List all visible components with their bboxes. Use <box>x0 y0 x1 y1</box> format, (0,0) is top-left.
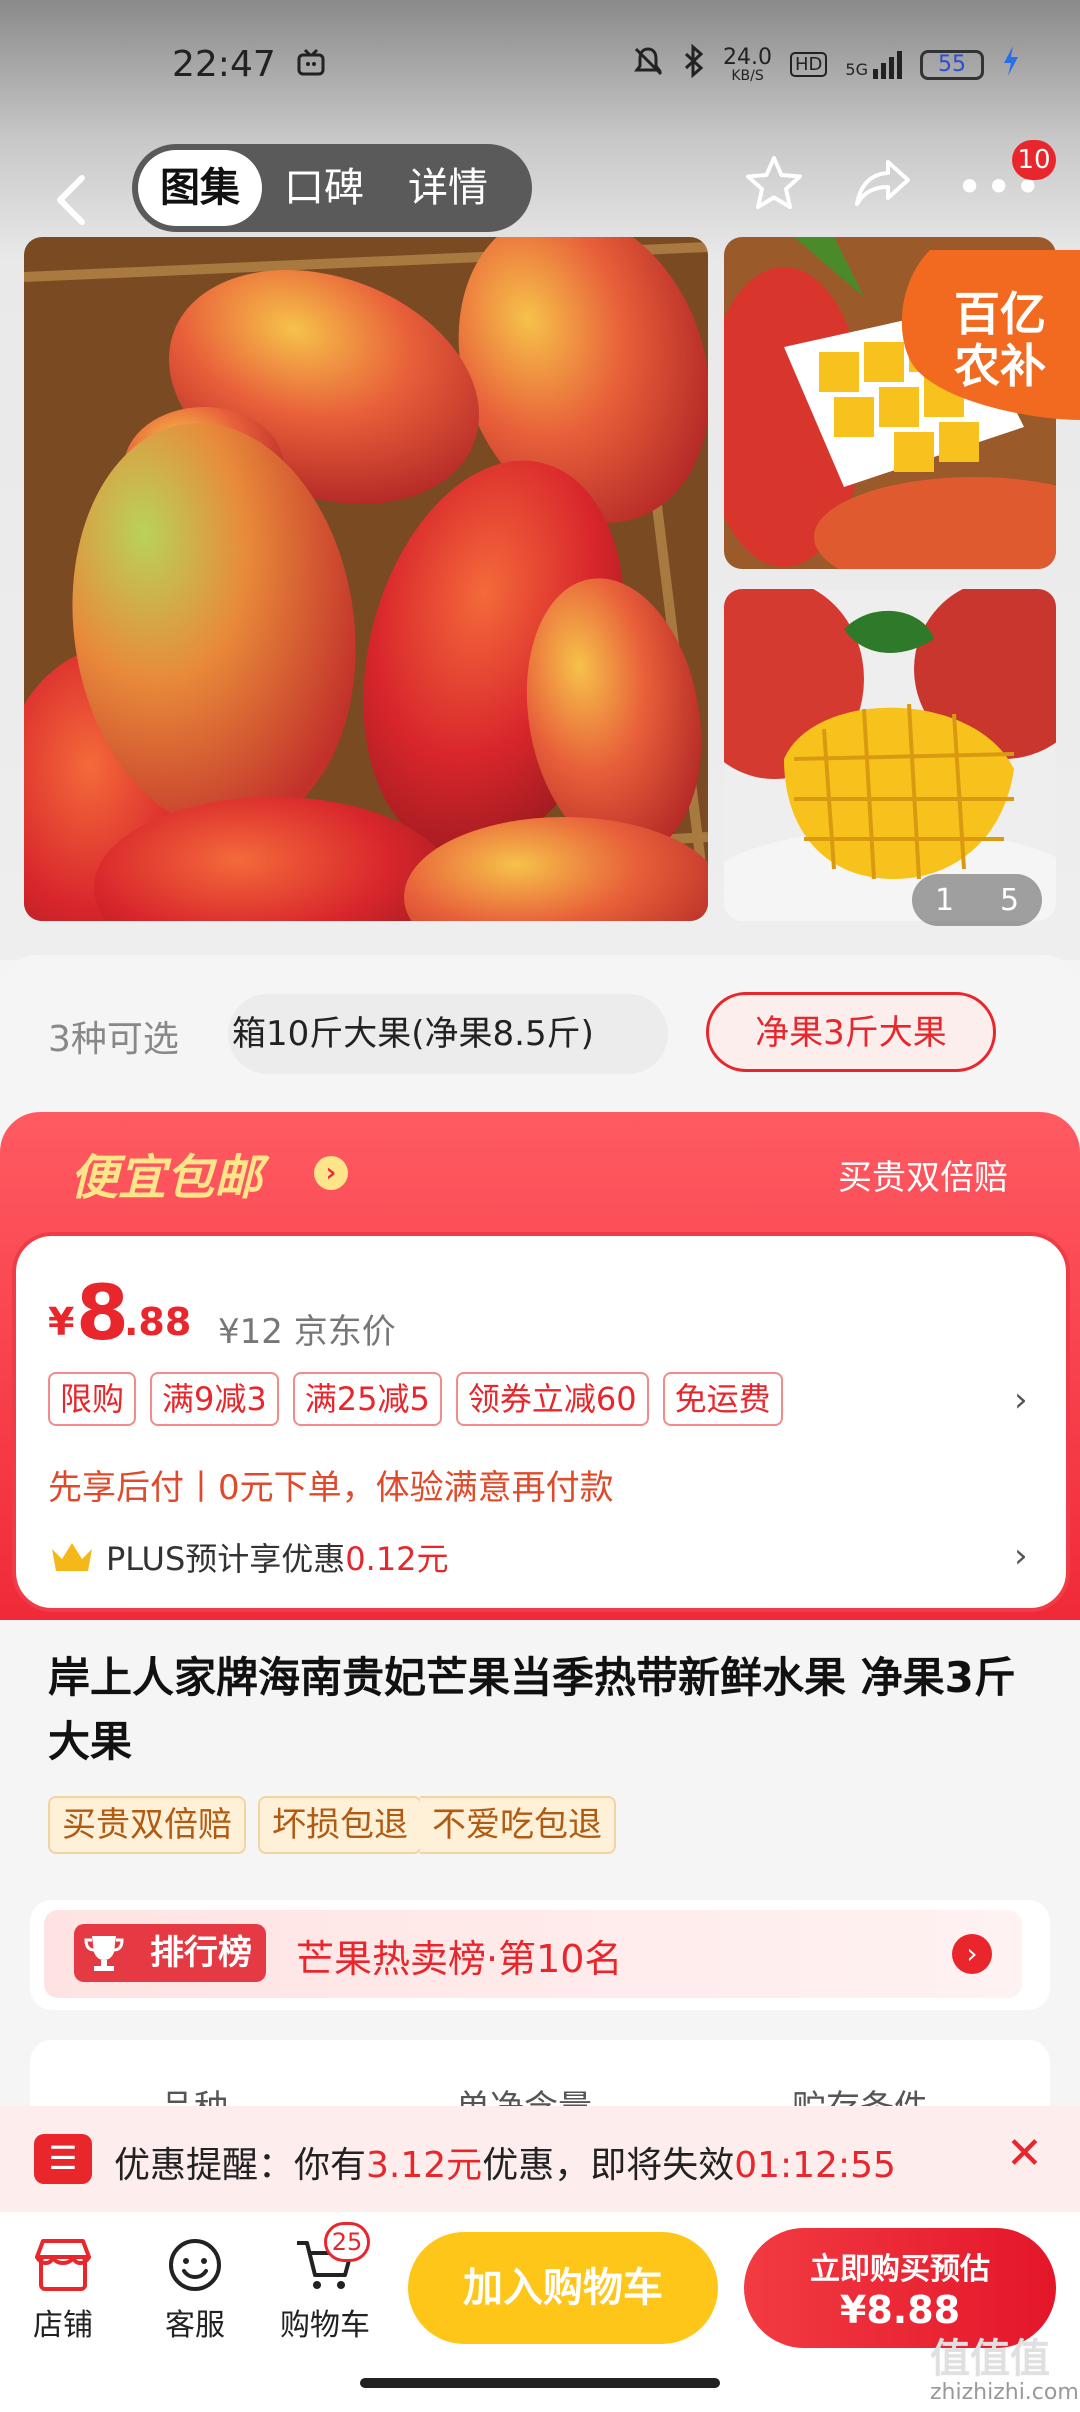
price-symbol: ¥ <box>48 1300 75 1344</box>
gallery-counter: 1 5 <box>912 874 1042 926</box>
discount-tag[interactable]: 满9减3 <box>150 1372 279 1426</box>
plus-value: 0.12元 <box>345 1540 449 1578</box>
battery-level: 55 <box>938 52 966 77</box>
home-indicator[interactable] <box>360 2378 720 2388</box>
buy-now-label: 立即购买预估 <box>810 2252 990 2287</box>
customer-service-label: 客服 <box>165 2308 225 2343</box>
share-button[interactable] <box>852 156 912 216</box>
cart-count-badge: 25 <box>324 2222 370 2262</box>
subsidy-badge: 百亿 农补 <box>890 250 1080 440</box>
pay-later-info[interactable]: 先享后付丨0元下单，体验满意再付款 <box>48 1460 614 1509</box>
coupon-icon: ☰ <box>34 2134 92 2184</box>
service-tag[interactable]: 不爱吃包退 <box>420 1796 616 1854</box>
favorite-button[interactable] <box>742 152 806 220</box>
close-reminder-button[interactable]: ✕ <box>1006 2128 1043 2179</box>
product-title: 岸上人家牌海南贵妃芒果当季热带新鲜水果 净果3斤大果 <box>48 1653 1016 1766</box>
promo-guarantee: 买贵双倍赔 <box>838 1158 1008 1198</box>
bluetooth-icon <box>683 43 705 85</box>
mute-icon <box>631 44 665 85</box>
net-speed-unit: KB/S <box>731 67 764 84</box>
net-speed-value: 24.0 <box>723 44 773 70</box>
mango-hedgehog-image <box>724 589 1056 921</box>
close-icon: ✕ <box>1006 2128 1043 2179</box>
service-tags[interactable]: 买贵双倍赔 坏损包退 不爱吃包退 <box>48 1796 616 1854</box>
discount-tag[interactable]: 领券立减60 <box>455 1372 649 1426</box>
discount-tag[interactable]: 限购 <box>48 1372 137 1426</box>
rank-tag-label: 排行榜 <box>150 1933 252 1973</box>
mango-basket-image <box>24 237 708 921</box>
reminder-countdown: 01:12:55 <box>734 2145 896 2186</box>
promo-title[interactable]: 便宜包邮 <box>70 1138 262 1208</box>
reminder-amount: 3.12元 <box>366 2145 483 2186</box>
coupon-reminder-text: 优惠提醒：你有3.12元优惠，即将失效01:12:55 <box>114 2136 896 2188</box>
customer-service-icon <box>169 2239 221 2291</box>
discount-tag[interactable]: 免运费 <box>662 1372 783 1426</box>
variant-option-2[interactable]: 净果3斤大果 <box>706 992 996 1072</box>
cart-label: 购物车 <box>280 2308 370 2343</box>
network-type: 5G <box>845 59 868 79</box>
rank-arrow-icon[interactable]: › <box>952 1934 992 1974</box>
charging-icon <box>1002 45 1020 84</box>
plus-discount[interactable]: PLUS预计享优惠 0.12元 <box>48 1534 449 1580</box>
nav-tabs: 图集 口碑 详情 <box>132 144 532 232</box>
subsidy-badge-graphic: 百亿 农补 <box>901 250 1080 420</box>
thumbnail-2[interactable] <box>724 589 1056 921</box>
reminder-middle: 优惠，即将失效 <box>482 2145 735 2186</box>
share-icon <box>855 160 910 206</box>
battery-icon: 55 <box>920 49 984 80</box>
store-button[interactable]: 店铺 <box>8 2230 118 2344</box>
original-price: ¥12 京东价 <box>218 1312 396 1352</box>
discount-tag[interactable]: 满25减5 <box>292 1372 442 1426</box>
chevron-right-icon[interactable]: › <box>1014 1380 1028 1420</box>
status-bar: 22:47 24.0 KB/S HD 5G 55 <box>0 0 1080 140</box>
message-badge: 10 <box>1012 140 1056 180</box>
main-product-image[interactable] <box>24 237 708 921</box>
customer-service-button[interactable]: 客服 <box>140 2230 250 2344</box>
signal-icon: 5G <box>845 50 902 79</box>
tab-reviews[interactable]: 口碑 <box>262 144 386 232</box>
status-icons: 24.0 KB/S HD 5G 55 <box>631 43 1020 85</box>
service-tag[interactable]: 坏损包退 <box>258 1796 422 1854</box>
back-arrow-icon <box>57 175 85 225</box>
price-decimal: .88 <box>124 1300 192 1344</box>
tv-icon <box>296 48 326 82</box>
store-icon <box>35 2239 91 2291</box>
hd-icon: HD <box>790 52 828 77</box>
watermark-url: zhizhizhi.com <box>930 2380 1079 2405</box>
variant-count[interactable]: 3种可选 <box>48 1010 179 1062</box>
tab-details[interactable]: 详情 <box>386 144 510 232</box>
back-button[interactable] <box>50 170 90 240</box>
service-tag[interactable]: 买贵双倍赔 <box>48 1796 246 1854</box>
promo-arrow-icon[interactable]: › <box>314 1156 348 1190</box>
store-label: 店铺 <box>33 2308 93 2343</box>
crown-icon <box>52 1543 92 1571</box>
variant-selector: 3种可选 箱10斤大果(净果8.5斤) 净果3斤大果 <box>0 990 1080 1080</box>
net-speed: 24.0 KB/S <box>723 44 773 84</box>
trophy-icon <box>84 1932 124 1978</box>
svg-text:农补: 农补 <box>954 340 1046 392</box>
reminder-prefix: 优惠提醒：你有 <box>114 2145 367 2186</box>
tab-gallery[interactable]: 图集 <box>138 150 262 226</box>
rank-text[interactable]: 芒果热卖榜·第10名 <box>296 1928 622 1983</box>
watermark: 值值值 <box>930 2336 1050 2382</box>
chevron-right-icon[interactable]: › <box>1014 1536 1028 1576</box>
status-time: 22:47 <box>172 44 276 85</box>
variant-option-1[interactable]: 箱10斤大果(净果8.5斤) <box>228 994 668 1074</box>
plus-label: PLUS预计享优惠 <box>106 1540 346 1578</box>
discount-tags[interactable]: 限购 满9减3 满25减5 领券立减60 免运费 <box>48 1372 783 1426</box>
add-to-cart-button[interactable]: 加入购物车 <box>408 2232 718 2344</box>
star-icon <box>746 156 802 209</box>
gallery-counter-total: 5 <box>999 882 1020 918</box>
gallery-counter-current: 1 <box>934 882 955 918</box>
svg-text:百亿: 百亿 <box>954 288 1046 340</box>
price-integer: 8 <box>76 1268 129 1357</box>
